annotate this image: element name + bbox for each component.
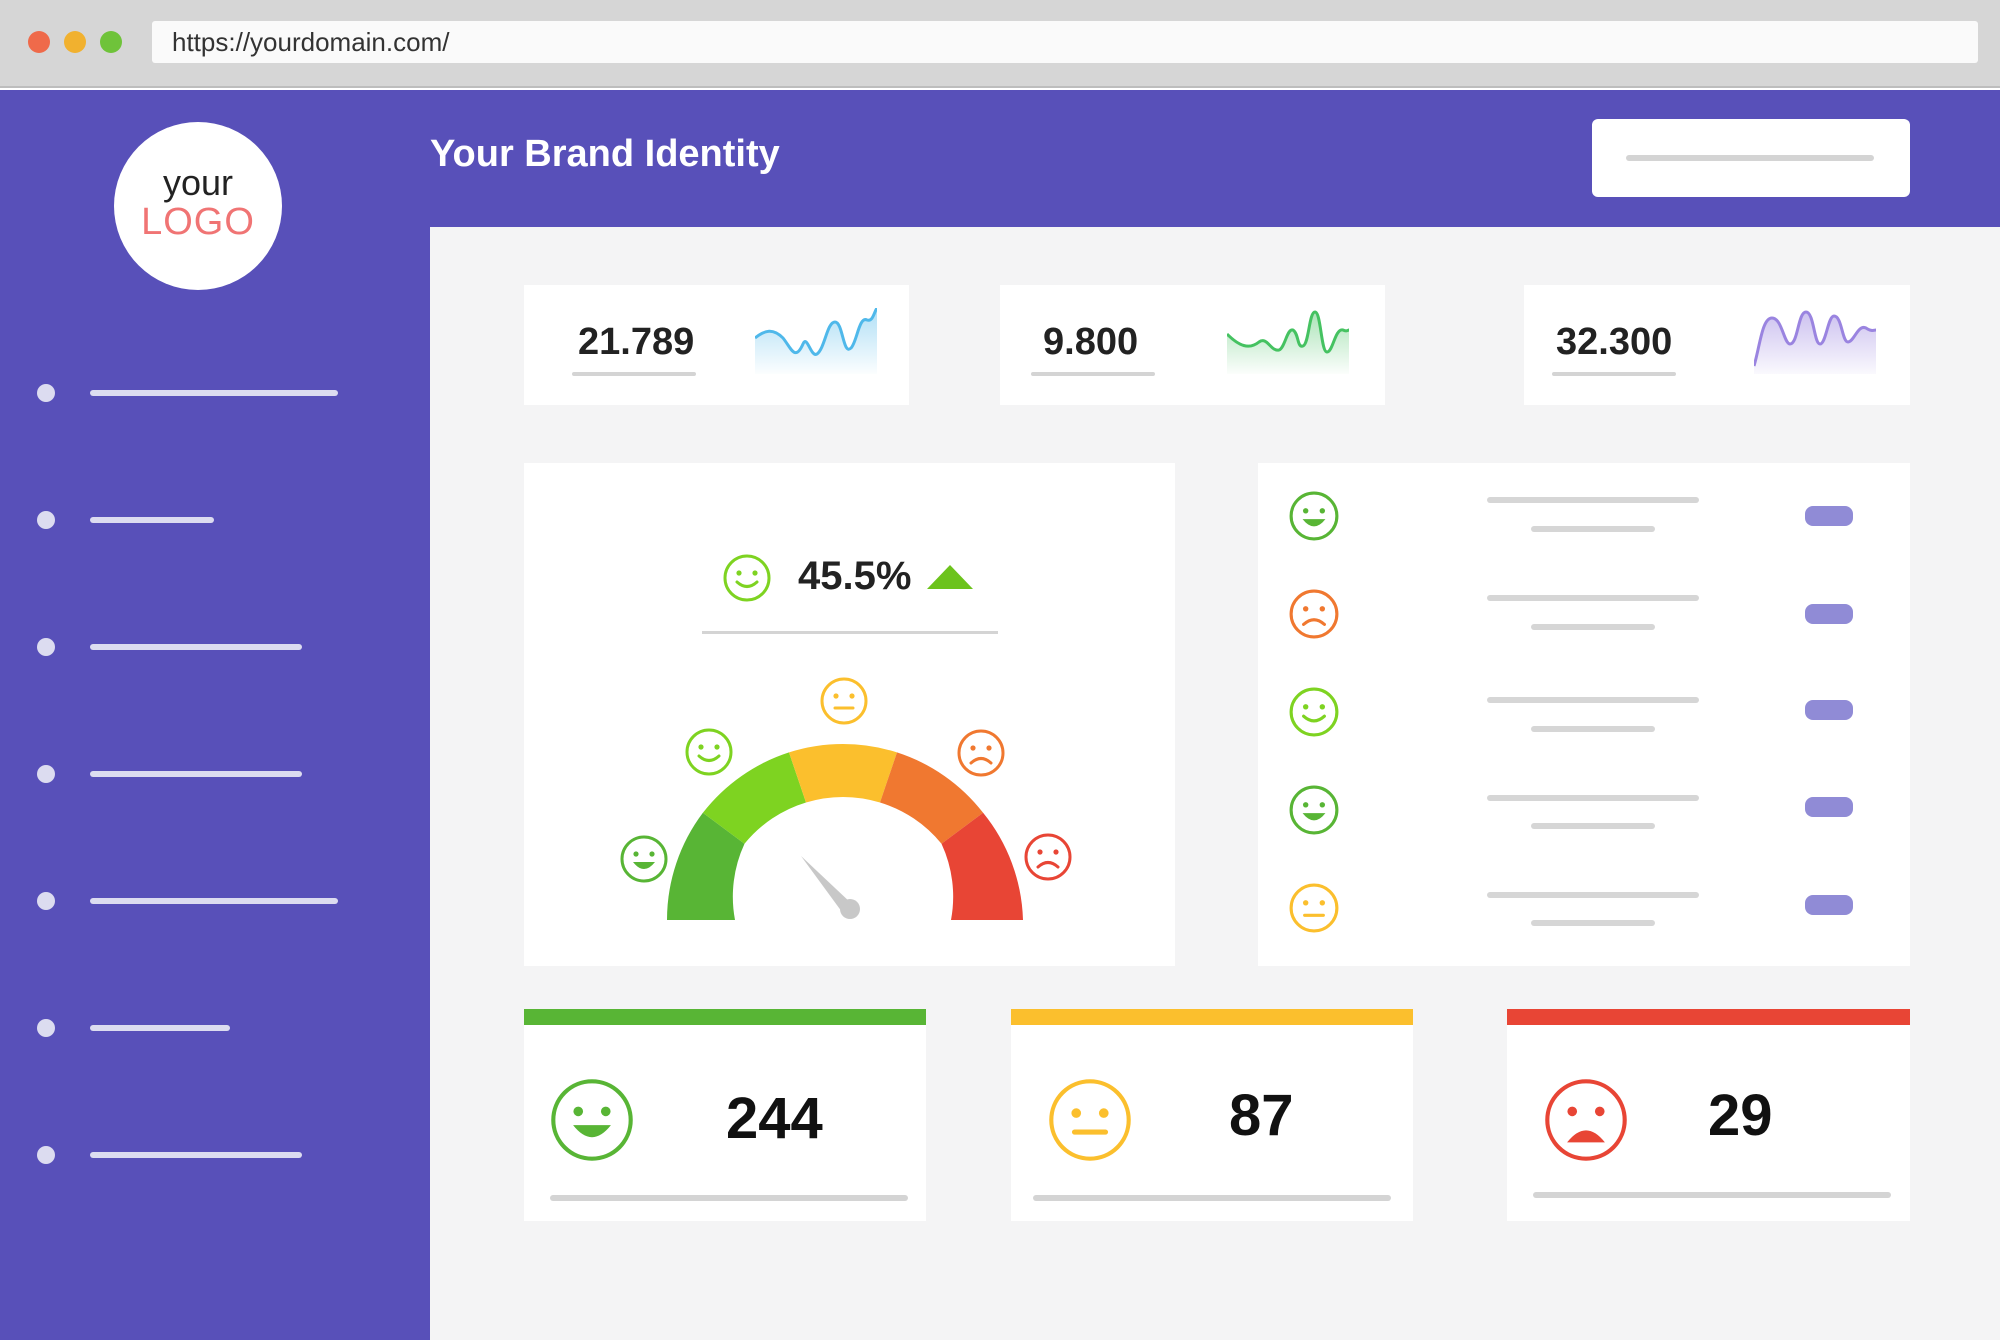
logo[interactable]: your LOGO [114,122,282,290]
bullet-icon [37,765,55,783]
negative-count: 29 [1708,1083,1773,1148]
sidebar-item-5[interactable] [0,871,430,931]
sidebar-item-placeholder [90,644,302,650]
neutral-stripe [1011,1009,1413,1025]
close-window-button[interactable] [28,31,50,53]
list-item[interactable] [1258,576,1910,652]
happy-face-icon [1289,491,1339,541]
sidebar-item-placeholder [90,517,214,523]
sad-face-icon [1545,1079,1627,1161]
sidebar-item-placeholder [90,1025,230,1031]
kpi-underline-2 [1031,372,1155,376]
bullet-icon [37,384,55,402]
list-item-subtitle-placeholder [1531,526,1655,532]
smile-face-icon [685,728,733,776]
bullet-icon [37,511,55,529]
summary-line-placeholder [550,1195,908,1201]
gauge-divider [702,631,998,634]
list-item-subtitle-placeholder [1531,726,1655,732]
bullet-icon [37,892,55,910]
list-item-title-placeholder [1487,795,1699,801]
page-title: Your Brand Identity [430,133,780,175]
sidebar-item-6[interactable] [0,998,430,1058]
list-item[interactable] [1258,772,1910,848]
bullet-icon [37,1019,55,1037]
kpi-underline-1 [572,372,696,376]
sad-face-icon [1289,589,1339,639]
list-item-subtitle-placeholder [1531,624,1655,630]
neutral-face-icon [1289,883,1339,933]
sidebar: your LOGO [0,90,430,1340]
gauge-percentage: 45.5% [798,554,912,598]
button-label-placeholder [1626,155,1874,161]
list-item-subtitle-placeholder [1531,920,1655,926]
neutral-face-icon [1049,1079,1131,1161]
header-action-button[interactable] [1592,119,1910,197]
sidebar-item-4[interactable] [0,744,430,804]
list-item-action-button[interactable] [1805,604,1853,624]
maximize-window-button[interactable] [100,31,122,53]
list-item[interactable] [1258,478,1910,554]
smile-face-icon [723,554,771,602]
neutral-count: 87 [1229,1083,1294,1148]
list-item-title-placeholder [1487,595,1699,601]
list-item-action-button[interactable] [1805,506,1853,526]
kpi-value-2: 9.800 [1043,321,1139,363]
positive-stripe [524,1009,926,1025]
list-item-action-button[interactable] [1805,895,1853,915]
minimize-window-button[interactable] [64,31,86,53]
negative-stripe [1507,1009,1910,1025]
logo-text-top: your [162,162,234,203]
kpi-value-3: 32.300 [1556,321,1673,363]
sidebar-item-placeholder [90,1152,302,1158]
list-item-action-button[interactable] [1805,797,1853,817]
sidebar-item-1[interactable] [0,363,430,423]
triangle-up-icon [927,565,973,589]
smile-face-icon [1289,687,1339,737]
list-item-action-button[interactable] [1805,700,1853,720]
sidebar-item-7[interactable] [0,1125,430,1185]
address-bar[interactable]: https://yourdomain.com/ [152,21,1978,63]
list-item-subtitle-placeholder [1531,823,1655,829]
happy-face-icon [620,835,668,883]
happy-face-icon [551,1079,633,1161]
list-item[interactable] [1258,674,1910,750]
list-item[interactable] [1258,872,1910,948]
list-item-title-placeholder [1487,697,1699,703]
app-window: https://yourdomain.com/ your LOGO Your B… [0,0,2000,1340]
bullet-icon [37,638,55,656]
sidebar-item-placeholder [90,898,338,904]
kpi-value-1: 21.789 [578,321,695,363]
sidebar-item-3[interactable] [0,617,430,677]
list-item-title-placeholder [1487,892,1699,898]
sparkline-2 [1227,310,1349,374]
sidebar-item-placeholder [90,771,302,777]
sparkline-1 [755,308,877,374]
list-item-title-placeholder [1487,497,1699,503]
summary-line-placeholder [1533,1192,1891,1198]
sad-face-icon [957,729,1005,777]
browser-chrome: https://yourdomain.com/ [0,0,2000,88]
positive-count: 244 [726,1086,823,1151]
sad-face-icon [1024,833,1072,881]
sidebar-item-placeholder [90,390,338,396]
happy-face-icon [1289,785,1339,835]
summary-line-placeholder [1033,1195,1391,1201]
logo-text-bottom: LOGO [141,201,255,243]
sidebar-item-2[interactable] [0,490,430,550]
neutral-face-icon [820,677,868,725]
bullet-icon [37,1146,55,1164]
kpi-underline-3 [1552,372,1676,376]
sparkline-3 [1754,310,1876,374]
